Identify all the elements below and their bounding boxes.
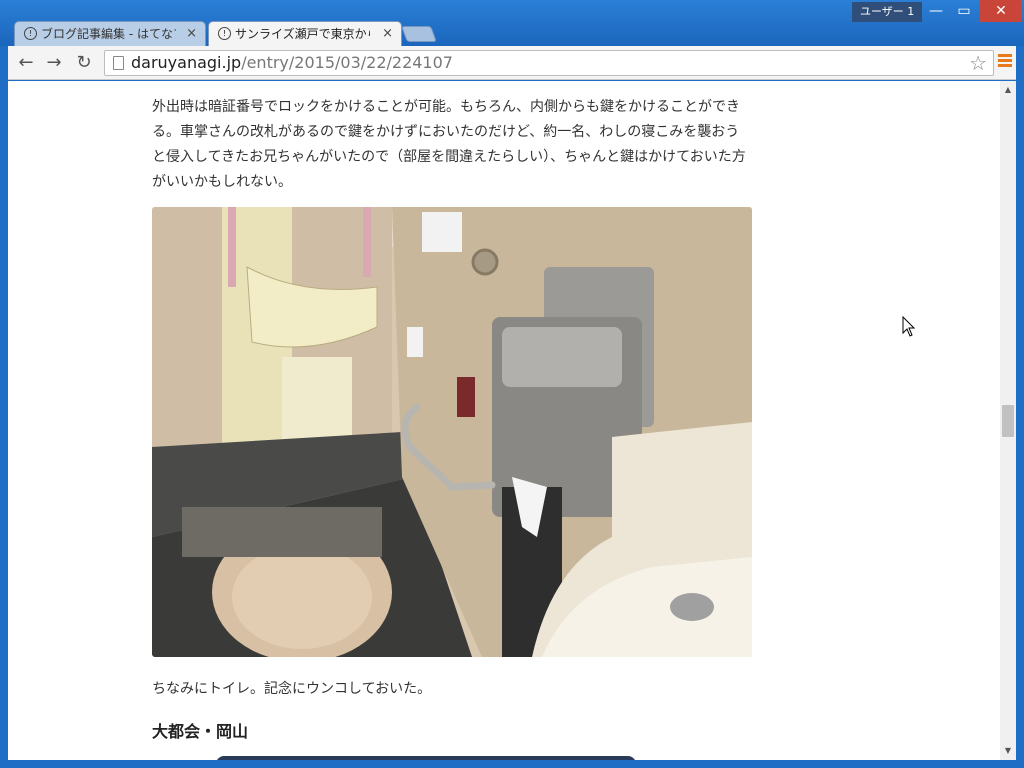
- bookmark-star-icon[interactable]: ☆: [969, 51, 987, 75]
- scroll-down-icon[interactable]: ▼: [1000, 744, 1016, 758]
- article-body: 外出時は暗証番号でロックをかけることが可能。もちろん、内側からも鍵をかけることが…: [152, 81, 752, 743]
- browser-toolbar: ← → ↻ daruyanagi.jp/entry/2015/03/22/224…: [8, 46, 1016, 80]
- minimize-button[interactable]: —: [922, 0, 950, 22]
- close-tab-icon[interactable]: ×: [186, 22, 197, 46]
- section-heading: 大都会・岡山: [152, 722, 249, 741]
- reload-button[interactable]: ↻: [72, 52, 96, 74]
- user-profile-badge[interactable]: ユーザー 1: [852, 2, 923, 22]
- hatena-favicon-icon: !: [218, 27, 231, 40]
- tab-sunrise-seto[interactable]: ! サンライズ瀬戸で東京から松山 ×: [208, 21, 402, 46]
- close-tab-icon[interactable]: ×: [382, 22, 393, 46]
- address-bar[interactable]: daruyanagi.jp/entry/2015/03/22/224107 ☆: [104, 50, 994, 76]
- close-window-button[interactable]: ✕: [980, 0, 1022, 22]
- maximize-button[interactable]: ▭: [950, 0, 978, 22]
- article-paragraph: 外出時は暗証番号でロックをかけることが可能。もちろん、内側からも鍵をかけることが…: [152, 99, 746, 190]
- toilet-photo: [152, 207, 752, 657]
- hatena-favicon-icon: !: [24, 27, 37, 40]
- back-button[interactable]: ←: [14, 52, 38, 74]
- mouse-cursor-icon: [902, 316, 916, 337]
- tab-label: ブログ記事編集 - はてなブロ: [41, 27, 176, 41]
- chrome-menu-icon[interactable]: [998, 54, 1012, 70]
- tab-label: サンライズ瀬戸で東京から松山: [235, 27, 370, 41]
- next-photo-preview: [216, 756, 636, 760]
- url-host: daruyanagi.jp: [131, 53, 242, 72]
- page-viewport: 外出時は暗証番号でロックをかけることが可能。もちろん、内側からも鍵をかけることが…: [8, 81, 1000, 760]
- vertical-scrollbar[interactable]: ▲ ▼: [1000, 81, 1016, 760]
- scroll-up-icon[interactable]: ▲: [1000, 83, 1016, 97]
- url-path: /entry/2015/03/22/224107: [241, 53, 453, 72]
- url-text: daruyanagi.jp/entry/2015/03/22/224107: [131, 51, 453, 75]
- tab-blog-edit[interactable]: ! ブログ記事編集 - はてなブロ ×: [14, 21, 206, 46]
- page-icon: [113, 56, 124, 70]
- photo-caption: ちなみにトイレ。記念にウンコしておいた。: [152, 681, 432, 697]
- new-tab-button[interactable]: [401, 26, 437, 42]
- scrollbar-thumb[interactable]: [1002, 405, 1014, 437]
- forward-button[interactable]: →: [42, 52, 66, 74]
